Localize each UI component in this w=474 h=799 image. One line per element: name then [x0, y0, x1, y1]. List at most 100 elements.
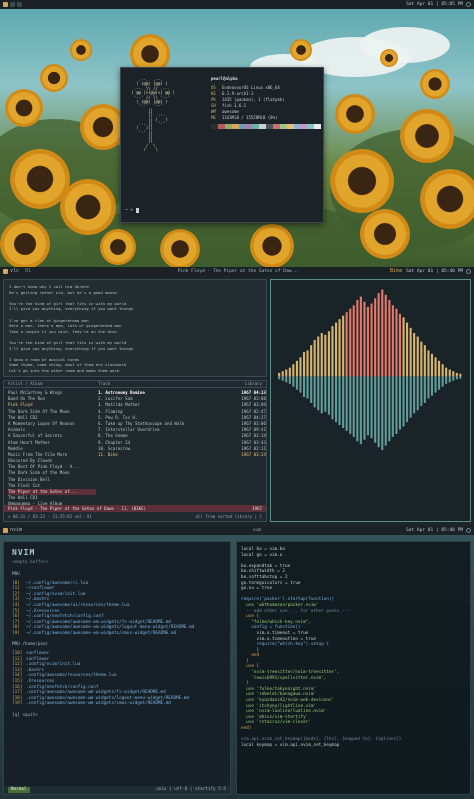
visualizer-bar-bottom: [310, 376, 313, 403]
visualizer-bar-top: [331, 326, 334, 377]
visualizer-bar-bottom: [455, 376, 458, 380]
visualizer-bar-top: [423, 345, 426, 377]
visualizer-bar-top: [356, 300, 359, 377]
neofetch-terminal[interactable]: .--. .--. ( (@@) (@@) ) .--. \\ // .--. …: [120, 67, 324, 223]
visualizer-bar-bottom: [306, 376, 309, 399]
color-swatch: [245, 124, 253, 129]
workspace-2-icon[interactable]: [10, 2, 15, 7]
visualizer-bar-top: [452, 371, 455, 377]
visualizer-bar-top: [310, 345, 313, 377]
editor-workspace: NVIM <empty buffer> MRU [0] ~/.config/awe…: [0, 535, 474, 799]
visualizer-bar-top: [281, 371, 284, 377]
visualizer-bar-bottom: [359, 376, 362, 445]
visualizer-bar-top: [349, 308, 352, 377]
visualizer-bar-top: [377, 293, 380, 377]
visualizer-bar-bottom: [281, 376, 284, 381]
shell-prompt[interactable]: ~ >: [125, 208, 139, 214]
sunflower-ascii-art: .--. .--. ( (@@) (@@) ) .--. \\ // .--. …: [131, 77, 175, 153]
artist-album-list[interactable]: Paul McCartney & Wings Band On The Run Pi…: [8, 390, 96, 508]
visualizer-bar-bottom: [278, 376, 281, 380]
visualizer-bar-bottom: [398, 376, 401, 430]
bar-tag: 01: [25, 268, 32, 275]
quit-item[interactable]: [q] <quit>: [12, 713, 222, 719]
empty-buffer-label[interactable]: <empty buffer>: [12, 560, 222, 566]
visualizer-bar-top: [366, 307, 369, 377]
visualizer-bar-top: [406, 322, 409, 377]
workspace-1-icon[interactable]: [3, 269, 8, 274]
lightline-statusbar: Normal unix | utf-8 | startify 5:5: [4, 786, 230, 794]
visualizer-bar-top: [299, 357, 302, 377]
power-icon[interactable]: [466, 269, 471, 274]
color-swatch: [279, 124, 287, 129]
recent-file-item[interactable]: [9] ~/.config/awesome/awesome-wm-widgets/…: [12, 631, 222, 637]
visualizer-bar-bottom: [349, 376, 352, 434]
color-swatch: [314, 124, 321, 129]
visualizer-bar-bottom: [427, 376, 430, 399]
visualizer-bar-top: [434, 357, 437, 377]
visualizer-bar-bottom: [313, 376, 316, 408]
visualizer-bar-top: [381, 289, 384, 377]
visualizer-bar-top: [317, 336, 320, 377]
visualizer-bar-bottom: [327, 376, 330, 415]
visualizer-bar-top: [313, 340, 316, 377]
system-info: pearl@alpha ----------- OS EndeavourOS Li…: [211, 76, 321, 129]
visualizer-bar-top: [320, 333, 323, 377]
visualizer-bar-top: [374, 298, 377, 377]
color-swatch: [252, 124, 260, 129]
visualizer-bar-top: [285, 369, 288, 377]
visualizer-bar-top: [363, 301, 366, 377]
cmus-library[interactable]: Artist / Album Track Library Paul McCart…: [3, 380, 267, 522]
lyric-line: Let's go into the other room and make th…: [9, 367, 120, 373]
window-title: vim: [253, 527, 262, 533]
visualizer-bar-bottom: [317, 376, 320, 411]
track-list[interactable]: 1. Astronomy Domine 1967 04:13 2. Lucifer …: [98, 390, 266, 458]
color-swatch: [286, 124, 294, 129]
file-info: unix | utf-8 | startify 5:5: [156, 787, 226, 793]
visualizer-bar-top: [295, 360, 298, 377]
power-icon[interactable]: [466, 2, 471, 7]
visualizer-bar-top: [459, 373, 462, 377]
visualizer-bar-bottom: [374, 376, 377, 443]
color-swatch: [217, 124, 225, 129]
color-swatch: [224, 124, 232, 129]
visualizer-bar-top: [455, 372, 458, 377]
track-item[interactable]: 11. Bike 1967 03:24: [98, 452, 266, 458]
audio-visualizer: [270, 279, 471, 522]
color-swatch: [231, 124, 239, 129]
bar-app-label: vlc: [10, 268, 20, 275]
bottom-bar: nvim vim Sat Apr 01 | 05:40 PM: [0, 526, 474, 535]
visualizer-bar-top: [342, 315, 345, 377]
visualizer-bar-bottom: [363, 376, 366, 440]
clock: Sat Apr 01 | 05:40 PM: [406, 527, 463, 533]
workspace-1-icon[interactable]: [3, 2, 8, 7]
visualizer-bar-bottom: [299, 376, 302, 393]
power-icon[interactable]: [466, 528, 471, 533]
mru-list[interactable]: [0] ~/.config/awesome/rc.lua [1] ~/sunflowe…: [12, 581, 222, 637]
visualizer-bar-top: [278, 372, 281, 377]
visualizer-bar-top: [288, 367, 291, 377]
visualizer-bar-top: [338, 319, 341, 377]
recent-file-item[interactable]: [19] .config/awesome/awesome-wm-widgets/c…: [12, 701, 222, 707]
workspace-3-icon[interactable]: [17, 2, 22, 7]
info-row: ME 1163MiB / 15528MiB (8%): [211, 115, 278, 121]
visualizer-bar-bottom: [402, 376, 405, 427]
visualizer-bar-top: [448, 369, 451, 377]
track-year-duration: 1967 03:24: [241, 451, 266, 457]
mode-indicator: Normal: [8, 787, 30, 793]
visualizer-bar-top: [416, 336, 419, 377]
visualizer-bar-top: [445, 367, 448, 377]
init-lua-editor[interactable]: local bo = vim.bo local go = vim.o bo.expa…: [236, 541, 471, 795]
visualizer-bar-top: [384, 294, 387, 377]
visualizer-bar-bottom: [406, 376, 409, 423]
item-index: [9]: [12, 630, 20, 636]
visualizer-bar-bottom: [292, 376, 295, 387]
visualizer-bar-bottom: [352, 376, 355, 437]
lyrics-pane[interactable]: I don't know why I call him Gerald He's g…: [3, 279, 267, 377]
startify-dashboard[interactable]: NVIM <empty buffer> MRU [0] ~/.config/awe…: [3, 541, 231, 795]
cwd-list[interactable]: [10] sunflower [11] sunflower [12] .config/nv…: [12, 651, 222, 707]
visualizer-bar-top: [409, 327, 412, 377]
visualizer-bar-bottom: [381, 376, 384, 451]
workspace-1-icon[interactable]: [3, 528, 8, 533]
visualizer-bar-bottom: [391, 376, 394, 437]
visualizer-bar-top: [430, 353, 433, 377]
